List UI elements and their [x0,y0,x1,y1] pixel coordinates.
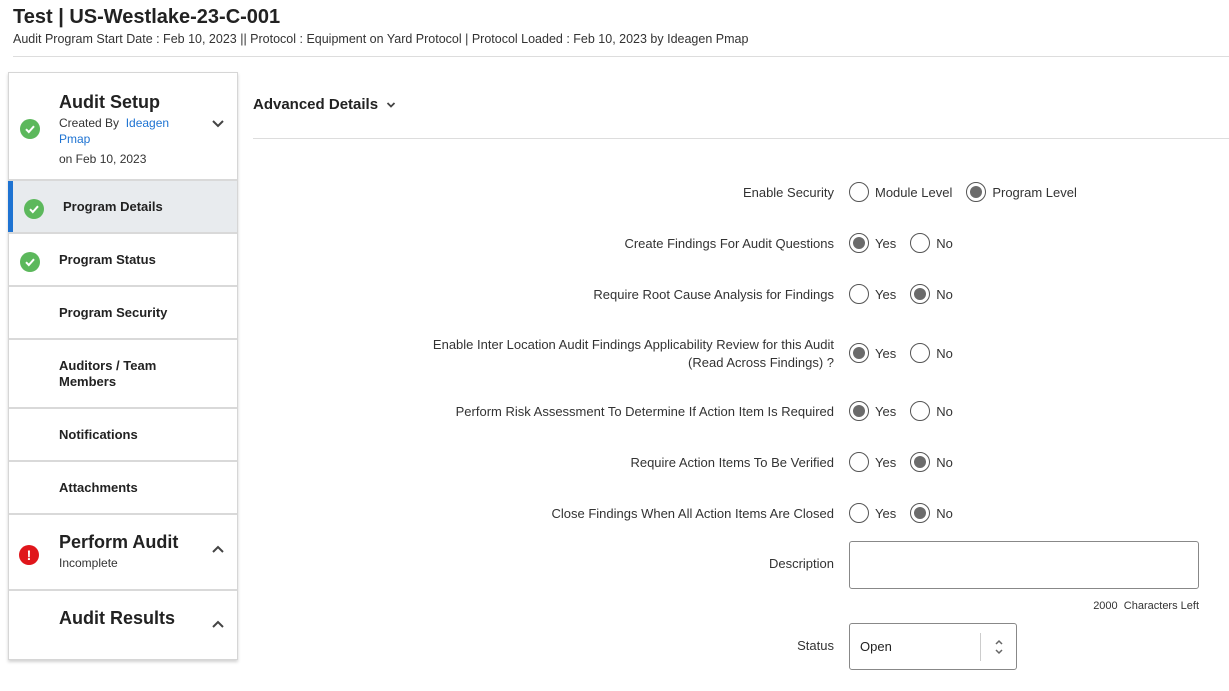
status-select[interactable]: Open [849,623,1017,670]
section-divider [253,138,1229,139]
field-label: Perform Risk Assessment To Determine If … [455,404,834,419]
created-by-label: Created By [59,116,120,130]
radio-circle[interactable] [910,284,931,304]
option-label: Yes [875,286,897,302]
radio-yes[interactable]: Yes [849,233,896,253]
radio-circle[interactable] [966,182,987,202]
option-label: Yes [875,403,897,419]
sidebar-item-label: Program Status [59,251,156,267]
field-label-line2: (Read Across Findings) ? [688,355,834,370]
field-label: Require Root Cause Analysis for Findings [593,287,834,302]
field-label: Enable Inter Location Audit Findings App… [234,336,834,372]
radio-yes[interactable]: Yes [849,401,896,421]
sidebar-item-notifications[interactable]: Notifications [9,409,237,462]
option-label: No [936,403,953,419]
field-label-line1: Enable Inter Location Audit Findings App… [432,337,834,352]
sidebar-item-label: Program Security [59,304,168,320]
check-circle-icon [20,119,40,139]
radio-circle[interactable] [849,503,869,523]
radio-circle[interactable] [910,401,931,421]
audit-results-title: Audit Results [59,608,176,628]
field-label: Require Action Items To Be Verified [630,455,834,470]
radio-circle[interactable] [910,233,931,253]
description-textarea[interactable] [849,541,1199,589]
page-header: Test | US-Westlake-23-C-001 Audit Progra… [13,5,1229,47]
status-label: Status [797,638,834,653]
option-label: Yes [875,505,897,521]
error-alert-icon: ! [19,545,39,565]
radio-no[interactable]: No [910,503,953,523]
option-label: Yes [875,235,897,251]
option-label: Program Level [992,184,1077,200]
sort-arrows-icon [995,639,1003,655]
radio-yes[interactable]: Yes [849,452,896,472]
radio-yes[interactable]: Yes [849,284,896,304]
sidebar-item-program-security[interactable]: Program Security [9,287,237,340]
description-label: Description [768,556,834,571]
characters-left-label: Characters Left [1123,600,1199,612]
chevron-up-icon[interactable] [211,619,225,629]
option-label: No [936,345,953,361]
radio-circle[interactable] [849,452,869,472]
radio-circle[interactable] [910,503,931,523]
sidebar-item-program-status[interactable]: Program Status [9,234,237,287]
audit-results-section[interactable]: Audit Results [9,591,237,659]
advanced-details-heading: Advanced Details [253,96,379,113]
option-label: No [936,286,953,302]
check-circle-icon [20,252,40,272]
radio-no[interactable]: No [910,284,953,304]
radio-yes[interactable]: Yes [849,343,896,363]
header-divider [13,56,1229,57]
option-label: Yes [875,454,897,470]
option-label: No [936,505,953,521]
radio-circle[interactable] [849,284,869,304]
field-label: Create Findings For Audit Questions [624,236,834,251]
sidebar: Audit Setup Created By Ideagen Pmap on F… [8,72,238,660]
radio-no[interactable]: No [910,452,953,472]
audit-setup-section[interactable]: Audit Setup Created By Ideagen Pmap on F… [9,73,237,181]
advanced-details-toggle[interactable]: Advanced Details [253,96,396,113]
option-label: Module Level [875,184,953,200]
radio-circle[interactable] [849,233,869,253]
perform-audit-section[interactable]: ! Perform Audit Incomplete [9,515,237,591]
characters-left-counter: 2000 Characters Left [1093,600,1199,612]
option-label: Yes [875,345,897,361]
option-label: No [936,454,953,470]
option-label: No [936,235,953,251]
sidebar-item-attachments[interactable]: Attachments [9,462,237,515]
sidebar-item-label: Notifications [59,426,138,442]
select-divider [980,633,981,661]
sidebar-item-label: Program Details [63,198,163,214]
radio-yes[interactable]: Yes [849,503,896,523]
chevron-up-icon[interactable] [211,544,225,554]
radio-circle[interactable] [910,452,931,472]
page-title: Test | US-Westlake-23-C-001 [13,6,281,28]
radio-no[interactable]: No [910,233,953,253]
status-selected-value: Open [860,639,892,654]
radio-circle[interactable] [849,401,869,421]
radio-no[interactable]: No [910,343,953,363]
chevron-down-icon [386,101,396,108]
perform-audit-title: Perform Audit [59,532,179,552]
radio-no[interactable]: No [910,401,953,421]
radio-program-level[interactable]: Program Level [966,182,1077,202]
radio-circle[interactable] [910,343,931,363]
chevron-down-icon[interactable] [211,119,225,129]
sidebar-item-label: Attachments [59,479,138,495]
created-on-date: on Feb 10, 2023 [59,152,147,166]
radio-circle[interactable] [849,343,869,363]
radio-circle[interactable] [849,182,869,202]
sidebar-item-program-details[interactable]: Program Details [8,181,237,234]
sidebar-item-label: Auditors / Team Members [59,357,157,389]
page-subtitle: Audit Program Start Date : Feb 10, 2023 … [13,32,749,46]
field-label: Enable Security [742,185,834,200]
check-circle-icon [24,199,44,219]
sidebar-item-auditors-team-members[interactable]: Auditors / Team Members [9,340,237,409]
characters-left-count: 2000 [1093,600,1118,612]
radio-module-level[interactable]: Module Level [849,182,952,202]
perform-audit-status: Incomplete [59,556,118,570]
field-label: Close Findings When All Action Items Are… [551,506,834,521]
audit-setup-title: Audit Setup [59,92,160,112]
